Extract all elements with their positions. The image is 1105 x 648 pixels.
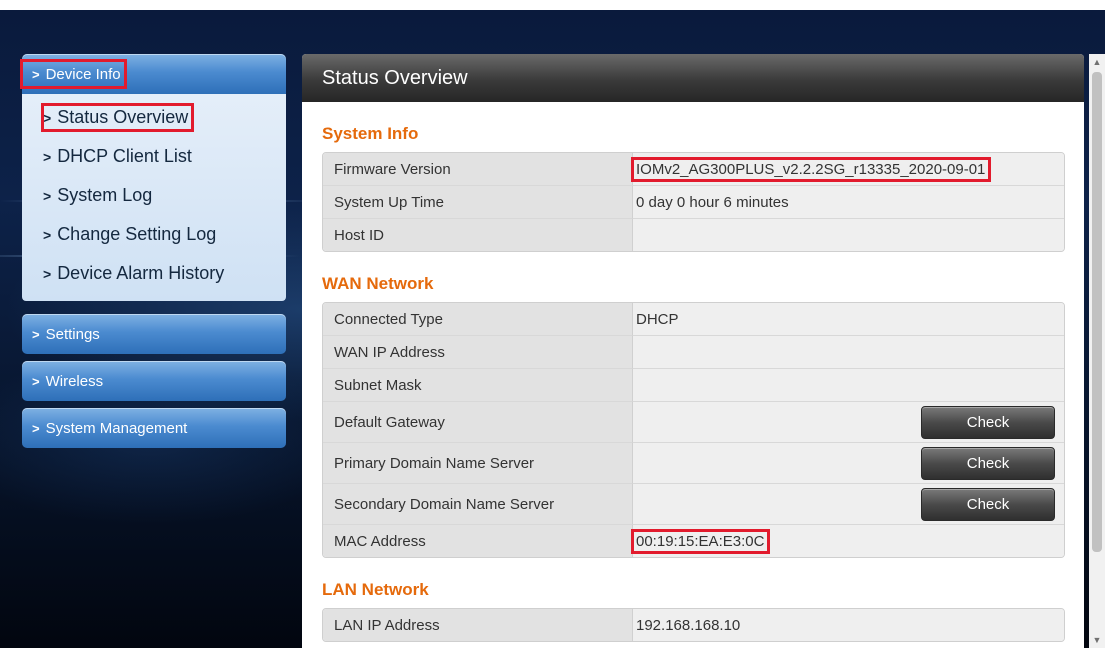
table-row: Connected Type DHCP <box>323 303 1064 335</box>
chevron-right-icon: > <box>32 373 40 389</box>
row-label: System Up Time <box>323 185 633 218</box>
lan-ip-value: 192.168.168.10 <box>636 616 741 634</box>
row-label: WAN IP Address <box>323 335 633 368</box>
chevron-right-icon: > <box>43 187 52 204</box>
submenu-dhcp-client-list[interactable]: > DHCP Client List <box>22 137 286 176</box>
table-row: Subnet Mask <box>323 368 1064 401</box>
section-title-wan-network: WAN Network <box>322 274 434 293</box>
firmware-version-value: IOMv2_AG300PLUS_v2.2.2SG_r13335_2020-09-… <box>630 156 992 182</box>
menu-system-management-label: System Management <box>45 419 188 437</box>
check-default-gateway-button[interactable]: Check <box>921 406 1055 439</box>
scroll-down-arrow-icon[interactable]: ▼ <box>1089 632 1105 648</box>
row-label: Default Gateway <box>323 401 633 442</box>
row-value: IOMv2_AG300PLUS_v2.2.2SG_r13335_2020-09-… <box>630 153 1064 185</box>
row-label: Primary Domain Name Server <box>323 442 633 483</box>
scroll-thumb[interactable] <box>1092 72 1102 552</box>
submenu-label: System Log <box>57 185 153 205</box>
scroll-up-arrow-icon[interactable]: ▲ <box>1089 54 1105 70</box>
sidebar-menu: > Device Info > Status Overview > DHCP C… <box>20 54 286 448</box>
row-label: Firmware Version <box>323 153 633 185</box>
submenu-device-alarm-history[interactable]: > Device Alarm History <box>22 254 286 293</box>
chevron-right-icon: > <box>43 109 52 126</box>
system-up-time-value: 0 day 0 hour 6 minutes <box>636 193 789 211</box>
default-gateway-value <box>633 423 640 427</box>
check-secondary-dns-button[interactable]: Check <box>921 488 1055 521</box>
chevron-right-icon: > <box>32 326 40 342</box>
wan-network-table: Connected Type DHCP WAN IP Address Subne… <box>322 302 1065 558</box>
chevron-right-icon: > <box>43 265 52 282</box>
subnet-mask-value <box>633 386 640 390</box>
row-value: Check <box>633 483 1064 524</box>
row-label: MAC Address <box>323 524 633 557</box>
submenu-label: Status Overview <box>57 107 189 127</box>
menu-settings-label: Settings <box>45 325 100 343</box>
row-value: Check <box>633 401 1064 442</box>
table-row: MAC Address 00:19:15:EA:E3:0C <box>323 524 1064 557</box>
check-primary-dns-button[interactable]: Check <box>921 447 1055 480</box>
row-label: LAN IP Address <box>323 609 633 641</box>
row-value <box>633 335 1064 368</box>
row-value: 00:19:15:EA:E3:0C <box>630 524 1064 557</box>
lan-network-table: LAN IP Address 192.168.168.10 <box>322 608 1065 642</box>
table-row: Default Gateway Check <box>323 401 1064 442</box>
table-row: Host ID <box>323 218 1064 251</box>
section-title-lan-network: LAN Network <box>322 580 429 599</box>
system-info-table: Firmware Version IOMv2_AG300PLUS_v2.2.2S… <box>322 152 1065 252</box>
chevron-right-icon: > <box>32 420 40 436</box>
row-value: DHCP <box>633 303 1064 335</box>
table-row: Firmware Version IOMv2_AG300PLUS_v2.2.2S… <box>323 153 1064 185</box>
mac-address-value: 00:19:15:EA:E3:0C <box>630 528 771 554</box>
status-overview-panel: Status Overview System Info Firmware Ver… <box>302 54 1084 648</box>
table-row: LAN IP Address 192.168.168.10 <box>323 609 1064 641</box>
submenu-system-log[interactable]: > System Log <box>22 176 286 215</box>
chevron-right-icon: > <box>43 148 52 165</box>
wan-ip-value <box>633 353 640 357</box>
table-row: Primary Domain Name Server Check <box>323 442 1064 483</box>
submenu-label: DHCP Client List <box>57 146 192 166</box>
primary-dns-value <box>633 464 640 468</box>
status-overview-highlight: > Status Overview <box>40 103 195 132</box>
submenu-change-setting-log[interactable]: > Change Setting Log <box>22 215 286 254</box>
menu-device-info-label: Device Info <box>45 65 121 83</box>
menu-system-management[interactable]: > System Management <box>22 408 286 448</box>
vertical-scrollbar[interactable]: ▲ ▼ <box>1089 54 1105 648</box>
submenu-status-overview[interactable]: > Status Overview <box>22 98 286 137</box>
menu-wireless-label: Wireless <box>45 372 104 390</box>
row-label: Subnet Mask <box>323 368 633 401</box>
row-label: Secondary Domain Name Server <box>323 483 633 524</box>
menu-device-info[interactable]: > Device Info <box>20 54 286 94</box>
device-info-submenu: > Status Overview > DHCP Client List > S… <box>22 94 286 301</box>
row-value: 0 day 0 hour 6 minutes <box>633 185 1064 218</box>
row-value <box>633 368 1064 401</box>
host-id-value <box>633 236 640 240</box>
panel-title: Status Overview <box>302 54 1084 102</box>
chevron-right-icon: > <box>32 66 40 82</box>
row-value: Check <box>633 442 1064 483</box>
row-label: Host ID <box>323 218 633 251</box>
menu-settings[interactable]: > Settings <box>22 314 286 354</box>
chevron-right-icon: > <box>43 226 52 243</box>
row-label: Connected Type <box>323 303 633 335</box>
table-row: Secondary Domain Name Server Check <box>323 483 1064 524</box>
device-info-highlight: > Device Info <box>20 59 127 89</box>
submenu-label: Change Setting Log <box>57 224 217 244</box>
menu-wireless[interactable]: > Wireless <box>22 361 286 401</box>
connected-type-value: DHCP <box>636 310 679 328</box>
row-value <box>633 218 1064 251</box>
submenu-label: Device Alarm History <box>57 263 225 283</box>
table-row: System Up Time 0 day 0 hour 6 minutes <box>323 185 1064 218</box>
table-row: WAN IP Address <box>323 335 1064 368</box>
secondary-dns-value <box>633 505 640 509</box>
section-title-system-info: System Info <box>322 124 419 143</box>
row-value: 192.168.168.10 <box>633 609 1064 641</box>
